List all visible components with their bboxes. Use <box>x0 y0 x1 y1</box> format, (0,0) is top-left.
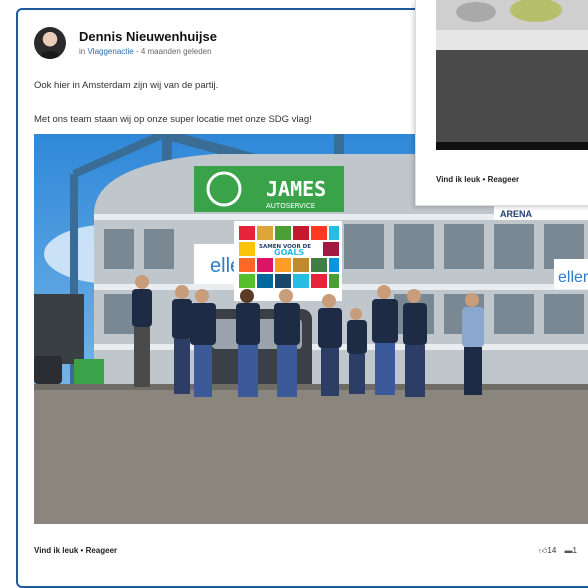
reply-button[interactable]: Reageer <box>86 546 118 555</box>
sign-brand: JAMES <box>266 177 326 201</box>
post-meta: in Vlaggenactie - 4 maanden geleden <box>79 47 212 56</box>
building-left <box>34 294 84 364</box>
partial-sign-arena: ARENA <box>500 209 533 219</box>
overlay-like-button[interactable]: Vind ik leuk <box>436 175 480 184</box>
comment-icon: ▬ <box>564 546 573 555</box>
reaction-counts: 👍︎14 ▬1 <box>539 546 577 556</box>
banner-line-2: GOALS <box>274 248 304 257</box>
post-text-line-2: Met ons team staan wij op onze super loc… <box>34 114 312 125</box>
overlay-post-card: P Vind ik leuk • Reageer <box>415 0 588 206</box>
avatar[interactable] <box>34 27 66 59</box>
overlay-reply-button[interactable]: Reageer <box>488 175 520 184</box>
pavement <box>34 384 588 524</box>
post-time: - 4 maanden geleden <box>133 47 212 56</box>
author-name[interactable]: Dennis Nieuwenhuijse <box>79 29 217 44</box>
action-separator: • <box>78 546 86 555</box>
overlay-action-separator: • <box>480 175 488 184</box>
sdg-banner <box>234 221 342 301</box>
overlay-video-frame: P <box>436 0 588 150</box>
like-count: 14 <box>547 546 557 555</box>
post-actions: Vind ik leuk • Reageer <box>34 546 117 555</box>
post-text-line-1: Ook hier in Amsterdam zijn wij van de pa… <box>34 80 219 91</box>
sign-sub: AUTOSERVICE <box>266 202 315 210</box>
comment-count: 1 <box>572 546 577 555</box>
overlay-post-actions: Vind ik leuk • Reageer <box>436 175 519 184</box>
overlay-video[interactable]: P <box>436 0 588 150</box>
like-button[interactable]: Vind ik leuk <box>34 546 78 555</box>
partial-sign-right: eller <box>558 269 588 286</box>
group-link[interactable]: Vlaggenactie <box>87 47 133 56</box>
